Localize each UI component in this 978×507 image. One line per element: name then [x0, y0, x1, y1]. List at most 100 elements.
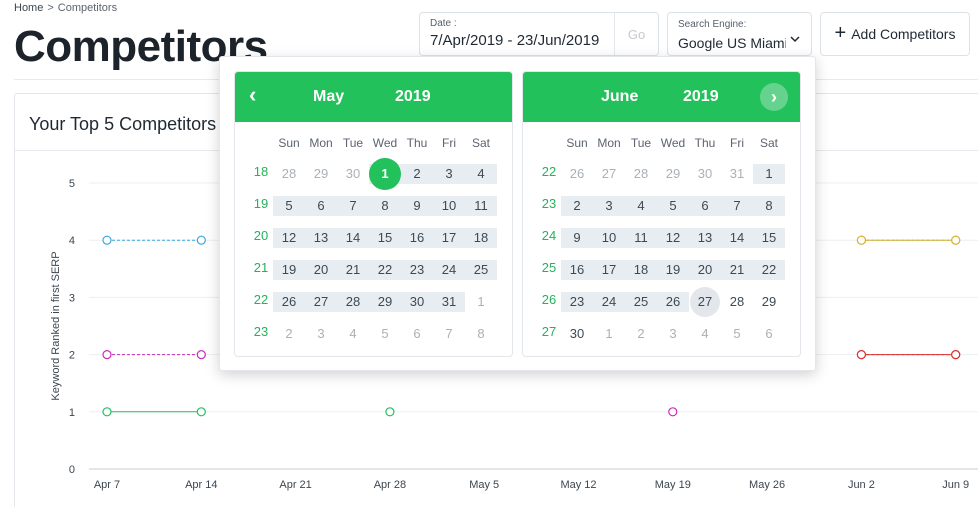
calendar-day[interactable]: 3: [657, 324, 689, 344]
calendar-day[interactable]: 23: [561, 292, 593, 312]
data-point-2: [102, 407, 112, 417]
calendar-day[interactable]: 1: [369, 164, 401, 184]
x-tick-label: May 5: [469, 479, 499, 491]
calendar-day[interactable]: 21: [337, 260, 369, 280]
calendar-day[interactable]: 7: [337, 196, 369, 216]
breadcrumb-home-link[interactable]: Home: [14, 2, 43, 14]
calendar-day[interactable]: 5: [273, 196, 305, 216]
date-range-filter[interactable]: Date : 7/Apr/2019 - 23/Jun/2019 Go: [419, 12, 659, 56]
calendar-day[interactable]: 19: [273, 260, 305, 280]
calendar-day[interactable]: 8: [369, 196, 401, 216]
calendar-day[interactable]: 13: [305, 228, 337, 248]
calendar-day[interactable]: 2: [273, 324, 305, 344]
calendar-day[interactable]: 28: [625, 164, 657, 184]
calendar-day[interactable]: 1: [465, 292, 497, 312]
calendar-day[interactable]: 22: [369, 260, 401, 280]
x-tick-label: May 12: [560, 479, 596, 491]
calendar-day[interactable]: 21: [721, 260, 753, 280]
weekday-label: Fri: [442, 136, 456, 150]
calendar-day[interactable]: 29: [753, 292, 785, 312]
calendar-day[interactable]: 29: [305, 164, 337, 184]
calendar-day[interactable]: 9: [401, 196, 433, 216]
calendar-day[interactable]: 6: [689, 196, 721, 216]
calendar-day[interactable]: 25: [625, 292, 657, 312]
calendar-day[interactable]: 30: [337, 164, 369, 184]
calendar-day[interactable]: 9: [561, 228, 593, 248]
calendar-day[interactable]: 29: [369, 292, 401, 312]
calendar-day[interactable]: 28: [337, 292, 369, 312]
calendar-day[interactable]: 20: [305, 260, 337, 280]
calendar-day[interactable]: 3: [593, 196, 625, 216]
calendar-day[interactable]: 27: [593, 164, 625, 184]
calendar-day[interactable]: 27: [689, 292, 721, 312]
calendar-day[interactable]: 31: [721, 164, 753, 184]
weekday-label: Thu: [406, 136, 428, 150]
calendar-day[interactable]: 8: [465, 324, 497, 344]
calendar-day[interactable]: 17: [433, 228, 465, 248]
calendar-day[interactable]: 17: [593, 260, 625, 280]
calendar-day[interactable]: 16: [561, 260, 593, 280]
calendar-day[interactable]: 7: [721, 196, 753, 216]
calendar-day[interactable]: 6: [305, 196, 337, 216]
calendar-day[interactable]: 1: [593, 324, 625, 344]
calendar-day[interactable]: 30: [689, 164, 721, 184]
go-button[interactable]: Go: [614, 13, 658, 55]
calendar-day[interactable]: 15: [753, 228, 785, 248]
calendar-day[interactable]: 2: [625, 324, 657, 344]
calendar-day[interactable]: 18: [465, 228, 497, 248]
y-tick-label: 5: [69, 178, 75, 190]
calendar-day[interactable]: 12: [657, 228, 689, 248]
calendar-day[interactable]: 28: [721, 292, 753, 312]
calendar-day[interactable]: 4: [625, 196, 657, 216]
calendar-day[interactable]: 10: [433, 196, 465, 216]
calendar-day[interactable]: 6: [401, 324, 433, 344]
calendar-day[interactable]: 26: [657, 292, 689, 312]
date-range-input[interactable]: 7/Apr/2019 - 23/Jun/2019: [430, 32, 599, 49]
calendar-day[interactable]: 30: [401, 292, 433, 312]
chevron-left-icon[interactable]: ‹: [249, 84, 256, 106]
calendar-day[interactable]: 30: [561, 324, 593, 344]
calendar-day[interactable]: 16: [401, 228, 433, 248]
calendar-day[interactable]: 11: [465, 196, 497, 216]
calendar-day[interactable]: 7: [433, 324, 465, 344]
calendar-day[interactable]: 4: [337, 324, 369, 344]
calendar-day[interactable]: 28: [273, 164, 305, 184]
calendar-day[interactable]: 29: [657, 164, 689, 184]
calendar-day[interactable]: 5: [369, 324, 401, 344]
calendar-day[interactable]: 5: [721, 324, 753, 344]
calendar-day[interactable]: 5: [657, 196, 689, 216]
calendar-day[interactable]: 25: [465, 260, 497, 280]
calendar-day[interactable]: 11: [625, 228, 657, 248]
x-tick-label: Apr 7: [94, 479, 120, 491]
calendar-day[interactable]: 3: [433, 164, 465, 184]
calendar-day[interactable]: 4: [689, 324, 721, 344]
calendar-day[interactable]: 13: [689, 228, 721, 248]
calendar-day[interactable]: 15: [369, 228, 401, 248]
calendar-day[interactable]: 26: [561, 164, 593, 184]
calendar-day[interactable]: 26: [273, 292, 305, 312]
calendar-day[interactable]: 3: [305, 324, 337, 344]
calendar-day[interactable]: 27: [305, 292, 337, 312]
calendar-day[interactable]: 6: [753, 324, 785, 344]
calendar-day[interactable]: 31: [433, 292, 465, 312]
calendar-day[interactable]: 1: [753, 164, 785, 184]
calendar-day[interactable]: 19: [657, 260, 689, 280]
calendar-day[interactable]: 18: [625, 260, 657, 280]
add-competitors-button[interactable]: + Add Competitors: [820, 12, 970, 56]
calendar-day[interactable]: 10: [593, 228, 625, 248]
chevron-right-icon[interactable]: ›: [760, 83, 788, 111]
calendar-day[interactable]: 24: [593, 292, 625, 312]
calendar-day[interactable]: 20: [689, 260, 721, 280]
calendar-day[interactable]: 14: [721, 228, 753, 248]
calendar-day[interactable]: 2: [561, 196, 593, 216]
calendar-day[interactable]: 14: [337, 228, 369, 248]
calendar-day[interactable]: 8: [753, 196, 785, 216]
calendar-day[interactable]: 24: [433, 260, 465, 280]
calendar-day[interactable]: 12: [273, 228, 305, 248]
calendar-day[interactable]: 4: [465, 164, 497, 184]
calendar-day[interactable]: 22: [753, 260, 785, 280]
data-point-1: [196, 350, 206, 360]
calendar-day[interactable]: 2: [401, 164, 433, 184]
calendar-day[interactable]: 23: [401, 260, 433, 280]
search-engine-select[interactable]: Search Engine: Google US Miami: [667, 12, 812, 56]
